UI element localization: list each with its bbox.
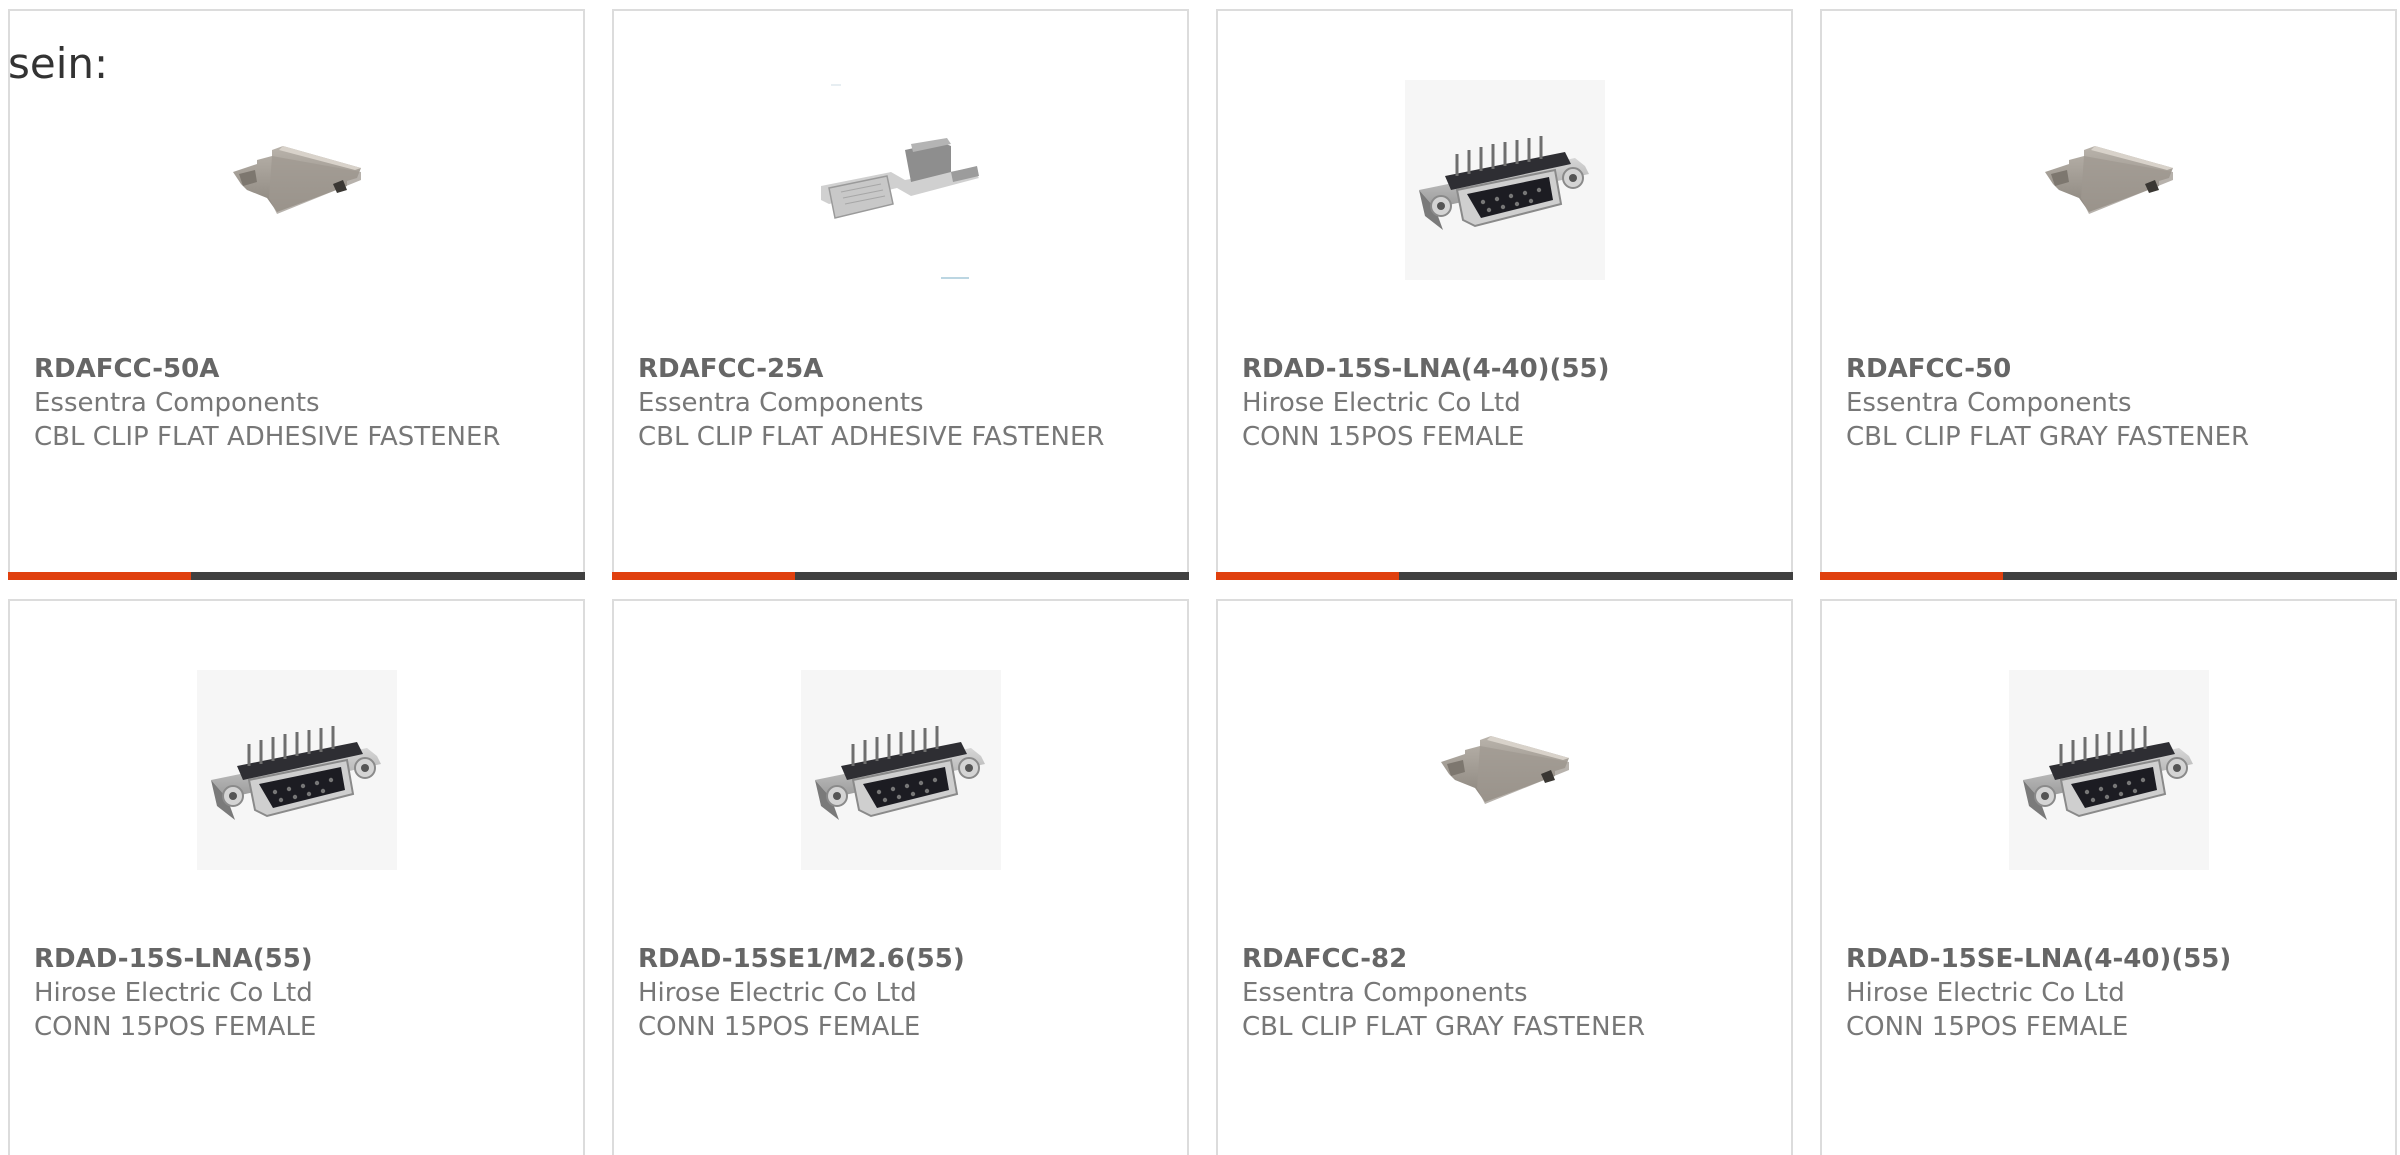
product-description: CONN 15POS FEMALE bbox=[1846, 1012, 2129, 1042]
clip-image[interactable] bbox=[197, 80, 397, 280]
accent-segment bbox=[612, 572, 795, 580]
manufacturer: Essentra Components bbox=[638, 388, 924, 418]
card-accent-bar bbox=[1216, 572, 1793, 580]
product-card[interactable]: RDAD-15SE-LNA(4-40)(55) Hirose Electric … bbox=[1820, 599, 2397, 1155]
product-info: RDAD-15S-LNA(55) Hirose Electric Co Ltd … bbox=[34, 942, 559, 1044]
part-number[interactable]: RDAD-15S-LNA(55) bbox=[34, 942, 559, 976]
product-card[interactable]: RDAD-15S-LNA(55) Hirose Electric Co Ltd … bbox=[8, 599, 585, 1155]
accent-segment bbox=[1216, 572, 1399, 580]
part-number[interactable]: RDAD-15SE1/M2.6(55) bbox=[638, 942, 1163, 976]
part-number[interactable]: RDAFCC-82 bbox=[1242, 942, 1767, 976]
card-accent-bar bbox=[612, 572, 1189, 580]
manufacturer: Essentra Components bbox=[1846, 388, 2132, 418]
product-info: RDAFCC-50A Essentra Components CBL CLIP … bbox=[34, 352, 559, 454]
manufacturer: Hirose Electric Co Ltd bbox=[1846, 978, 2125, 1008]
product-description: CBL CLIP FLAT GRAY FASTENER bbox=[1846, 422, 2250, 452]
product-info: RDAD-15SE-LNA(4-40)(55) Hirose Electric … bbox=[1846, 942, 2371, 1044]
dsub-connector-image[interactable] bbox=[196, 670, 397, 870]
part-number[interactable]: RDAFCC-25A bbox=[638, 352, 1163, 386]
manufacturer: Essentra Components bbox=[1242, 978, 1528, 1008]
product-description: CONN 15POS FEMALE bbox=[34, 1012, 317, 1042]
product-info: RDAFCC-25A Essentra Components CBL CLIP … bbox=[638, 352, 1163, 454]
product-card[interactable]: RDAFCC-82 Essentra Components CBL CLIP F… bbox=[1216, 599, 1793, 1155]
product-description: CBL CLIP FLAT ADHESIVE FASTENER bbox=[34, 422, 501, 452]
dsub-connector-image[interactable] bbox=[2008, 670, 2209, 870]
part-number[interactable]: RDAD-15SE-LNA(4-40)(55) bbox=[1846, 942, 2371, 976]
product-info: RDAD-15S-LNA(4-40)(55) Hirose Electric C… bbox=[1242, 352, 1767, 454]
accent-segment bbox=[1820, 572, 2003, 580]
product-card[interactable]: RDAFCC-25A Essentra Components CBL CLIP … bbox=[612, 9, 1189, 580]
product-description: CONN 15POS FEMALE bbox=[1242, 422, 1525, 452]
accent-segment bbox=[8, 572, 191, 580]
product-page: sein: RDAFCC-50A Essentra Components CBL… bbox=[0, 0, 2400, 1155]
clip-image[interactable] bbox=[1405, 670, 1605, 870]
product-card[interactable]: RDAD-15S-LNA(4-40)(55) Hirose Electric C… bbox=[1216, 9, 1793, 580]
product-description: CBL CLIP FLAT GRAY FASTENER bbox=[1242, 1012, 1646, 1042]
product-card[interactable]: RDAD-15SE1/M2.6(55) Hirose Electric Co L… bbox=[612, 599, 1189, 1155]
product-info: RDAD-15SE1/M2.6(55) Hirose Electric Co L… bbox=[638, 942, 1163, 1044]
part-number[interactable]: RDAD-15S-LNA(4-40)(55) bbox=[1242, 352, 1767, 386]
product-card[interactable]: RDAFCC-50A Essentra Components CBL CLIP … bbox=[8, 9, 585, 580]
product-card[interactable]: RDAFCC-50 Essentra Components CBL CLIP F… bbox=[1820, 9, 2397, 580]
dsub-connector-image[interactable] bbox=[1404, 80, 1605, 280]
card-accent-bar bbox=[1820, 572, 2397, 580]
product-info: RDAFCC-50 Essentra Components CBL CLIP F… bbox=[1846, 352, 2371, 454]
intro-text: sein: bbox=[8, 39, 109, 88]
manufacturer: Hirose Electric Co Ltd bbox=[1242, 388, 1521, 418]
manufacturer: Essentra Components bbox=[34, 388, 320, 418]
product-description: CBL CLIP FLAT ADHESIVE FASTENER bbox=[638, 422, 1105, 452]
part-number[interactable]: RDAFCC-50 bbox=[1846, 352, 2371, 386]
manufacturer: Hirose Electric Co Ltd bbox=[34, 978, 313, 1008]
product-info: RDAFCC-82 Essentra Components CBL CLIP F… bbox=[1242, 942, 1767, 1044]
manufacturer: Hirose Electric Co Ltd bbox=[638, 978, 917, 1008]
clip-open-image[interactable] bbox=[801, 80, 1001, 280]
card-accent-bar bbox=[8, 572, 585, 580]
product-description: CONN 15POS FEMALE bbox=[638, 1012, 921, 1042]
part-number[interactable]: RDAFCC-50A bbox=[34, 352, 559, 386]
clip-image[interactable] bbox=[2009, 80, 2209, 280]
dsub-connector-image[interactable] bbox=[800, 670, 1001, 870]
